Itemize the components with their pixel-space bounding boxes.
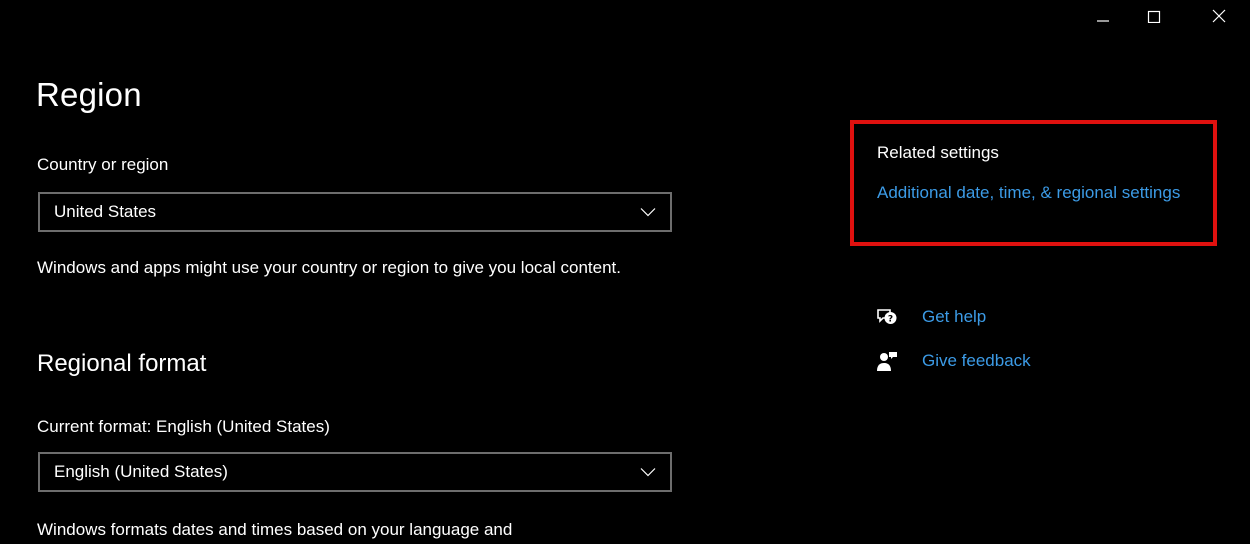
regional-format-heading: Regional format — [37, 350, 207, 377]
maximize-icon — [1147, 10, 1161, 23]
close-button[interactable] — [1196, 0, 1242, 32]
give-feedback-link[interactable]: Give feedback — [876, 350, 1031, 372]
related-settings-heading: Related settings — [877, 143, 999, 162]
feedback-person-icon — [876, 350, 898, 372]
close-icon — [1212, 9, 1226, 23]
country-description: Windows and apps might use your country … — [37, 258, 621, 277]
country-label: Country or region — [37, 155, 169, 174]
regional-format-dropdown-value: English (United States) — [54, 462, 228, 481]
get-help-link[interactable]: ? Get help — [876, 306, 986, 328]
chevron-down-icon — [640, 207, 656, 217]
chevron-down-icon — [640, 467, 656, 477]
regional-format-dropdown[interactable]: English (United States) — [38, 452, 672, 492]
get-help-label: Get help — [922, 307, 987, 326]
country-dropdown[interactable]: United States — [38, 192, 672, 232]
current-format-label: Current format: English (United States) — [37, 417, 330, 436]
regional-format-description: Windows formats dates and times based on… — [37, 520, 513, 539]
additional-date-time-regional-settings-link[interactable]: Additional date, time, & regional settin… — [877, 180, 1197, 206]
minimize-icon — [1097, 20, 1109, 22]
help-chat-icon: ? — [876, 306, 898, 328]
settings-window: Region Country or region United States W… — [0, 0, 1250, 544]
minimize-button[interactable] — [1080, 0, 1126, 32]
svg-text:?: ? — [888, 315, 893, 325]
maximize-button[interactable] — [1131, 0, 1177, 32]
give-feedback-label: Give feedback — [922, 351, 1031, 370]
country-dropdown-value: United States — [54, 202, 157, 221]
page-title: Region — [36, 76, 142, 113]
